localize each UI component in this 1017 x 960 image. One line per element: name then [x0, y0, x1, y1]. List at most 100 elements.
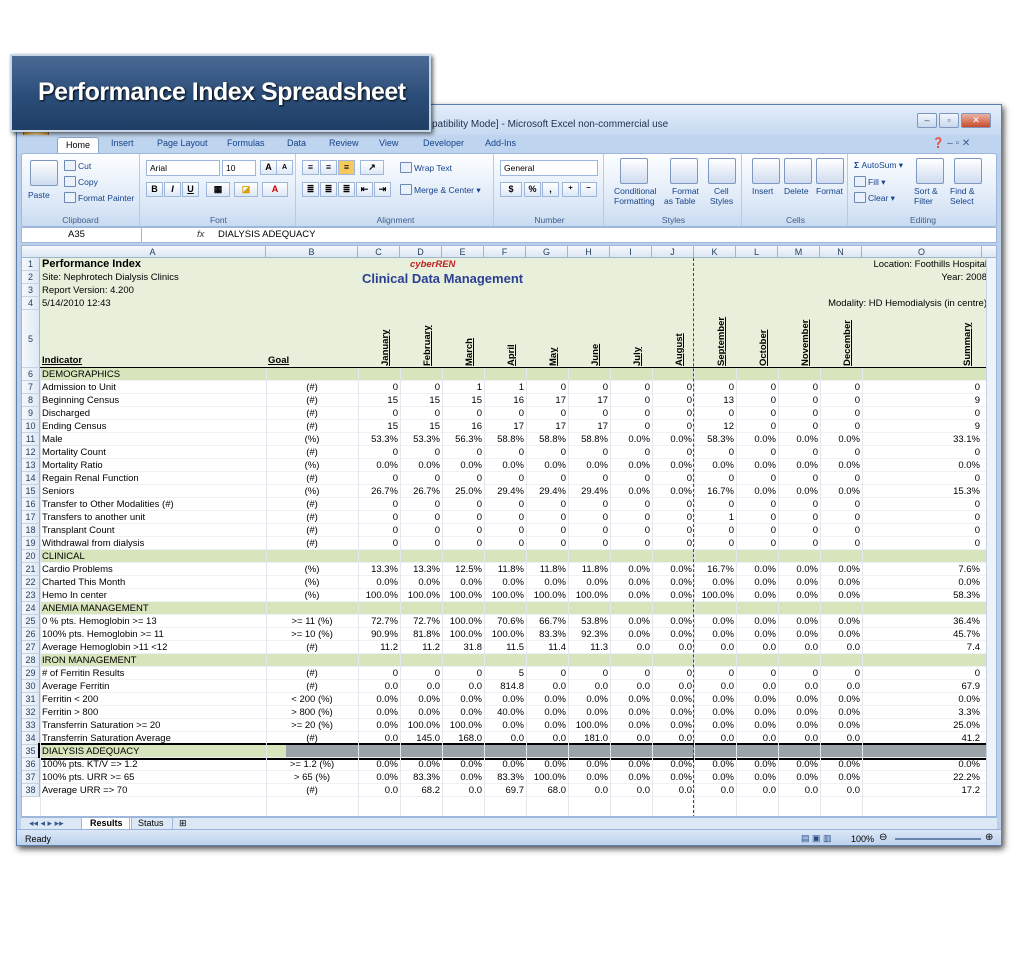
row-header[interactable]: 34 [22, 732, 40, 745]
worksheet-grid[interactable]: ABCDEFGHIJKLMNO 1 Performance Index 2 Site:… [21, 245, 997, 817]
row-header[interactable]: 19 [22, 537, 40, 550]
row-header[interactable]: 20 [22, 550, 40, 563]
format-button[interactable]: Format [816, 186, 843, 196]
align-right-icon[interactable]: ≣ [338, 182, 355, 197]
column-header[interactable]: J [652, 246, 694, 258]
row-header[interactable]: 37 [22, 771, 40, 784]
tab-view[interactable]: View [379, 138, 398, 148]
autosum-button[interactable]: Σ AutoSum ▾ [854, 160, 903, 171]
report-info[interactable]: Site: Nephrotech Dialysis Clinics [42, 271, 264, 284]
row-header[interactable]: 4 [22, 297, 40, 310]
row-header[interactable]: 15 [22, 485, 40, 498]
tab-review[interactable]: Review [329, 138, 359, 148]
minimize-button[interactable]: ‒ [917, 113, 937, 128]
tab-developer[interactable]: Developer [423, 138, 464, 148]
column-header[interactable]: D [400, 246, 442, 258]
report-title[interactable]: Performance Index [42, 258, 264, 271]
row-header[interactable]: 23 [22, 589, 40, 602]
column-header[interactable]: B [266, 246, 358, 258]
column-header[interactable]: A [40, 246, 266, 258]
name-box[interactable]: A35 [22, 228, 142, 242]
month-header[interactable]: June [590, 344, 601, 366]
tab-formulas[interactable]: Formulas [227, 138, 265, 148]
tab-data[interactable]: Data [287, 138, 306, 148]
comma-button[interactable]: , [542, 182, 559, 197]
align-top-icon[interactable]: ≡ [302, 160, 319, 175]
row-header[interactable]: 24 [22, 602, 40, 615]
zoom-level[interactable]: 100% [851, 834, 874, 844]
clear-button[interactable]: Clear ▾ [854, 192, 895, 204]
close-button[interactable]: ✕ [961, 113, 991, 128]
font-name-box[interactable]: Arial [146, 160, 220, 176]
row-header[interactable]: 8 [22, 394, 40, 407]
decrease-decimal-icon[interactable]: ⁻ [580, 182, 597, 197]
italic-button[interactable]: I [164, 182, 181, 197]
zoom-slider[interactable] [895, 838, 981, 840]
month-header[interactable]: November [800, 320, 811, 366]
row-header[interactable]: 33 [22, 719, 40, 732]
sort-filter-button[interactable]: Sort & [914, 186, 938, 196]
row-header[interactable]: 1 [22, 258, 40, 271]
wrap-text-button[interactable]: Wrap Text [400, 162, 452, 173]
row-header[interactable]: 27 [22, 641, 40, 654]
row-header[interactable]: 5 [22, 310, 40, 368]
copy-button[interactable]: Copy [64, 176, 98, 187]
column-header[interactable]: N [820, 246, 862, 258]
zoom-in-icon[interactable]: ⊕ [985, 832, 993, 843]
column-header[interactable]: F [484, 246, 526, 258]
month-header[interactable]: December [842, 320, 853, 366]
year-label[interactable]: Year: 2008 [782, 271, 987, 284]
tab-insert[interactable]: Insert [111, 138, 134, 148]
column-header[interactable]: L [736, 246, 778, 258]
tab-page-layout[interactable]: Page Layout [157, 138, 208, 148]
row-header[interactable]: 16 [22, 498, 40, 511]
month-header[interactable]: August [674, 333, 685, 366]
month-header[interactable]: April [506, 344, 517, 366]
month-header[interactable]: July [632, 347, 643, 366]
align-left-icon[interactable]: ≣ [302, 182, 319, 197]
month-header[interactable]: October [758, 330, 769, 366]
paste-button[interactable]: Paste [28, 190, 50, 200]
align-middle-icon[interactable]: ≡ [320, 160, 337, 175]
row-header[interactable]: 25 [22, 615, 40, 628]
zoom-out-icon[interactable]: ⊖ [879, 832, 887, 843]
cell-styles-button[interactable]: Cell [714, 186, 729, 196]
row-header[interactable]: 12 [22, 446, 40, 459]
row-header[interactable]: 26 [22, 628, 40, 641]
merge-center-button[interactable]: Merge & Center ▾ [400, 184, 481, 196]
row-header-selected[interactable]: 35 [22, 745, 40, 758]
formula-content[interactable]: DIALYSIS ADEQUACY [218, 229, 316, 240]
column-header[interactable]: I [610, 246, 652, 258]
modality-label[interactable]: Modality: HD Hemodialysis (in centre) [712, 297, 987, 310]
row-header[interactable]: 17 [22, 511, 40, 524]
delete-button[interactable]: Delete [784, 186, 809, 196]
row-header[interactable]: 28 [22, 654, 40, 667]
row-header[interactable]: 6 [22, 368, 40, 381]
month-header[interactable]: Summary [962, 323, 973, 366]
column-header[interactable]: O [862, 246, 982, 258]
row-header[interactable]: 38 [22, 784, 40, 797]
decrease-indent-icon[interactable]: ⇤ [356, 182, 373, 197]
cut-button[interactable]: Cut [64, 160, 91, 171]
shrink-font-button[interactable]: A [276, 160, 293, 175]
column-header[interactable]: G [526, 246, 568, 258]
bold-button[interactable]: B [146, 182, 163, 197]
grow-font-button[interactable]: A [260, 160, 277, 175]
row-header[interactable]: 11 [22, 433, 40, 446]
vertical-scrollbar[interactable] [986, 258, 996, 816]
column-header[interactable]: E [442, 246, 484, 258]
month-header[interactable]: March [464, 338, 475, 366]
view-buttons-icon[interactable]: ▤ ▣ ▥ [801, 833, 832, 844]
row-header[interactable]: 30 [22, 680, 40, 693]
tab-home[interactable]: Home [57, 137, 100, 154]
maximize-button[interactable]: ▫ [939, 113, 959, 128]
column-header[interactable]: K [694, 246, 736, 258]
row-header[interactable]: 3 [22, 284, 40, 297]
align-bottom-icon[interactable]: ≡ [338, 160, 355, 175]
fx-icon[interactable]: fx [197, 229, 204, 240]
month-header[interactable]: February [422, 325, 433, 366]
column-header[interactable]: M [778, 246, 820, 258]
row-header[interactable]: 18 [22, 524, 40, 537]
font-color-icon[interactable]: A [262, 182, 288, 197]
location-label[interactable]: Location: Foothills Hospital [782, 258, 987, 271]
